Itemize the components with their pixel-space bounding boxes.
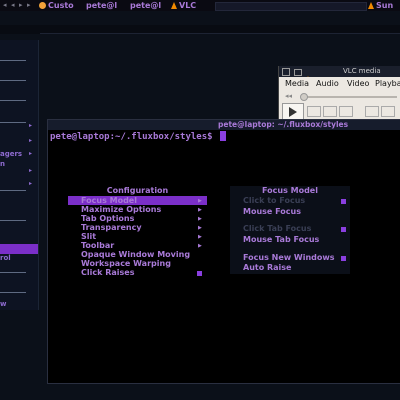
playlist-button[interactable]	[381, 106, 395, 117]
submenu-title: Focus Model	[262, 186, 318, 195]
taskbar-item-terminal-1[interactable]: pete@l	[86, 0, 117, 11]
toolbar-empty-area	[215, 2, 367, 11]
taskbar-item-terminal-2[interactable]: pete@l	[130, 0, 161, 11]
maximize-icon[interactable]	[294, 69, 302, 76]
window-menu-icon[interactable]	[282, 68, 290, 76]
toolbar: ◂ ◂ ▸ ▸ Custo pete@l pete@l VLC Sun	[0, 0, 400, 11]
seek-back-icon[interactable]: ◂◂	[285, 92, 292, 100]
submenu-arrow-icon: ▶	[198, 243, 202, 249]
menu-video[interactable]: Video	[347, 79, 369, 88]
checked-box-icon	[341, 199, 346, 204]
menu-item-click-raises[interactable]: Click Raises	[81, 268, 134, 277]
seek-slider[interactable]	[301, 96, 397, 98]
taskbar-label: Custo	[48, 1, 74, 10]
menu-item-managers[interactable]: agers	[0, 150, 22, 158]
vlc-window: VLC media Media Audio Video Playba ◂◂	[278, 66, 400, 121]
workspace-icon	[368, 2, 374, 9]
submenu-arrow-icon: ▸	[29, 167, 33, 174]
divider	[40, 33, 400, 34]
checked-box-icon	[341, 227, 346, 232]
vlc-icon	[171, 2, 177, 9]
next-workspace-arrow[interactable]: ▸	[27, 0, 31, 11]
menu-item-opaque-window-moving[interactable]: Opaque Window Moving	[81, 250, 190, 259]
terminal-prompt: pete@laptop:~/.fluxbox/styles$	[50, 132, 218, 142]
workspace-name[interactable]: Sun	[368, 0, 393, 11]
menu-item-slit[interactable]: Slit	[81, 232, 96, 241]
submenu-arrow-icon: ▸	[29, 180, 33, 187]
menu-audio[interactable]: Audio	[316, 79, 339, 88]
submenu-arrow-icon: ▶	[198, 234, 202, 240]
vlc-title: VLC media	[343, 67, 381, 75]
menu-item-focus-model[interactable]: Focus Model	[81, 196, 137, 205]
menu-title: Configuration	[106, 186, 169, 195]
menu-separator	[0, 292, 26, 293]
taskbar-label: VLC	[179, 1, 197, 10]
submenu-arrow-icon: ▶	[198, 207, 202, 213]
fullscreen-button[interactable]	[365, 106, 379, 117]
focus-model-submenu: Focus Model Click to Focus Mouse Focus C…	[230, 186, 350, 274]
menu-separator	[0, 60, 26, 61]
menu-item-mouse-focus[interactable]: Mouse Focus	[243, 207, 301, 216]
menu-separator	[0, 100, 26, 101]
menu-item-click-to-focus[interactable]: Click to Focus	[243, 196, 305, 205]
prev-window-arrow[interactable]: ◂	[11, 0, 15, 11]
checked-box-icon	[197, 271, 202, 276]
next-window-arrow[interactable]: ▸	[19, 0, 23, 11]
menu-playback[interactable]: Playba	[375, 79, 400, 88]
submenu-arrow-icon: ▸	[29, 150, 33, 157]
terminal-titlebar[interactable]: pete@laptop: ~/.fluxbox/styles	[48, 120, 400, 130]
app-icon	[39, 2, 46, 9]
next-button[interactable]	[339, 106, 353, 117]
submenu-arrow-icon: ▸	[29, 122, 33, 129]
menu-item-control[interactable]: rol	[0, 254, 11, 262]
menu-separator	[0, 80, 26, 81]
menu-item-focus-new-windows[interactable]: Focus New Windows	[243, 253, 335, 262]
terminal-cursor	[219, 131, 226, 141]
submenu-arrow-icon: ▶	[198, 225, 202, 231]
checked-box-icon	[341, 256, 346, 261]
menu-separator	[0, 122, 26, 123]
vlc-menubar: Media Audio Video Playba	[279, 77, 400, 90]
menu-item-toolbar[interactable]: Toolbar	[81, 241, 114, 250]
menu-item-workspace-warping[interactable]: Workspace Warping	[81, 259, 171, 268]
workspace-label: Sun	[376, 1, 394, 10]
submenu-arrow-icon: ▶	[198, 198, 202, 204]
menu-item-window[interactable]: w	[0, 300, 6, 308]
prev-button[interactable]	[307, 106, 321, 117]
menu-separator	[0, 220, 26, 221]
menu-item-highlighted[interactable]	[0, 244, 38, 254]
menu-item-mouse-tab-focus[interactable]: Mouse Tab Focus	[243, 235, 319, 244]
vlc-controls: ◂◂	[279, 92, 400, 121]
menu-separator	[0, 190, 26, 191]
submenu-arrow-icon: ▸	[29, 137, 33, 144]
play-icon	[289, 107, 297, 117]
stop-button[interactable]	[323, 106, 337, 117]
menu-separator	[0, 272, 26, 273]
menu-item-n[interactable]: n	[0, 160, 5, 168]
menu-item-maximize-options[interactable]: Maximize Options	[81, 205, 161, 214]
menu-item-click-tab-focus[interactable]: Click Tab Focus	[243, 224, 311, 233]
menu-item-tab-options[interactable]: Tab Options	[81, 214, 134, 223]
taskbar-item-custo[interactable]: Custo	[39, 0, 74, 11]
menu-item-transparency[interactable]: Transparency	[81, 223, 142, 232]
root-menu: ▸ ▸ agers ▸ n ▸ ▸ rol w	[0, 40, 39, 310]
configuration-menu: Configuration Focus Model ▶ Maximize Opt…	[68, 186, 207, 280]
terminal-title: pete@laptop: ~/.fluxbox/styles	[218, 120, 349, 129]
submenu-arrow-icon: ▶	[198, 216, 202, 222]
vlc-titlebar[interactable]: VLC media	[279, 66, 400, 83]
seek-handle[interactable]	[300, 93, 308, 101]
menu-media[interactable]: Media	[285, 79, 309, 88]
prev-workspace-arrow[interactable]: ◂	[3, 0, 7, 11]
menu-item-auto-raise[interactable]: Auto Raise	[243, 263, 291, 272]
terminal-prompt-line[interactable]: pete@laptop:~/.fluxbox/styles$	[50, 131, 226, 142]
taskbar-item-vlc[interactable]: VLC	[171, 0, 196, 11]
